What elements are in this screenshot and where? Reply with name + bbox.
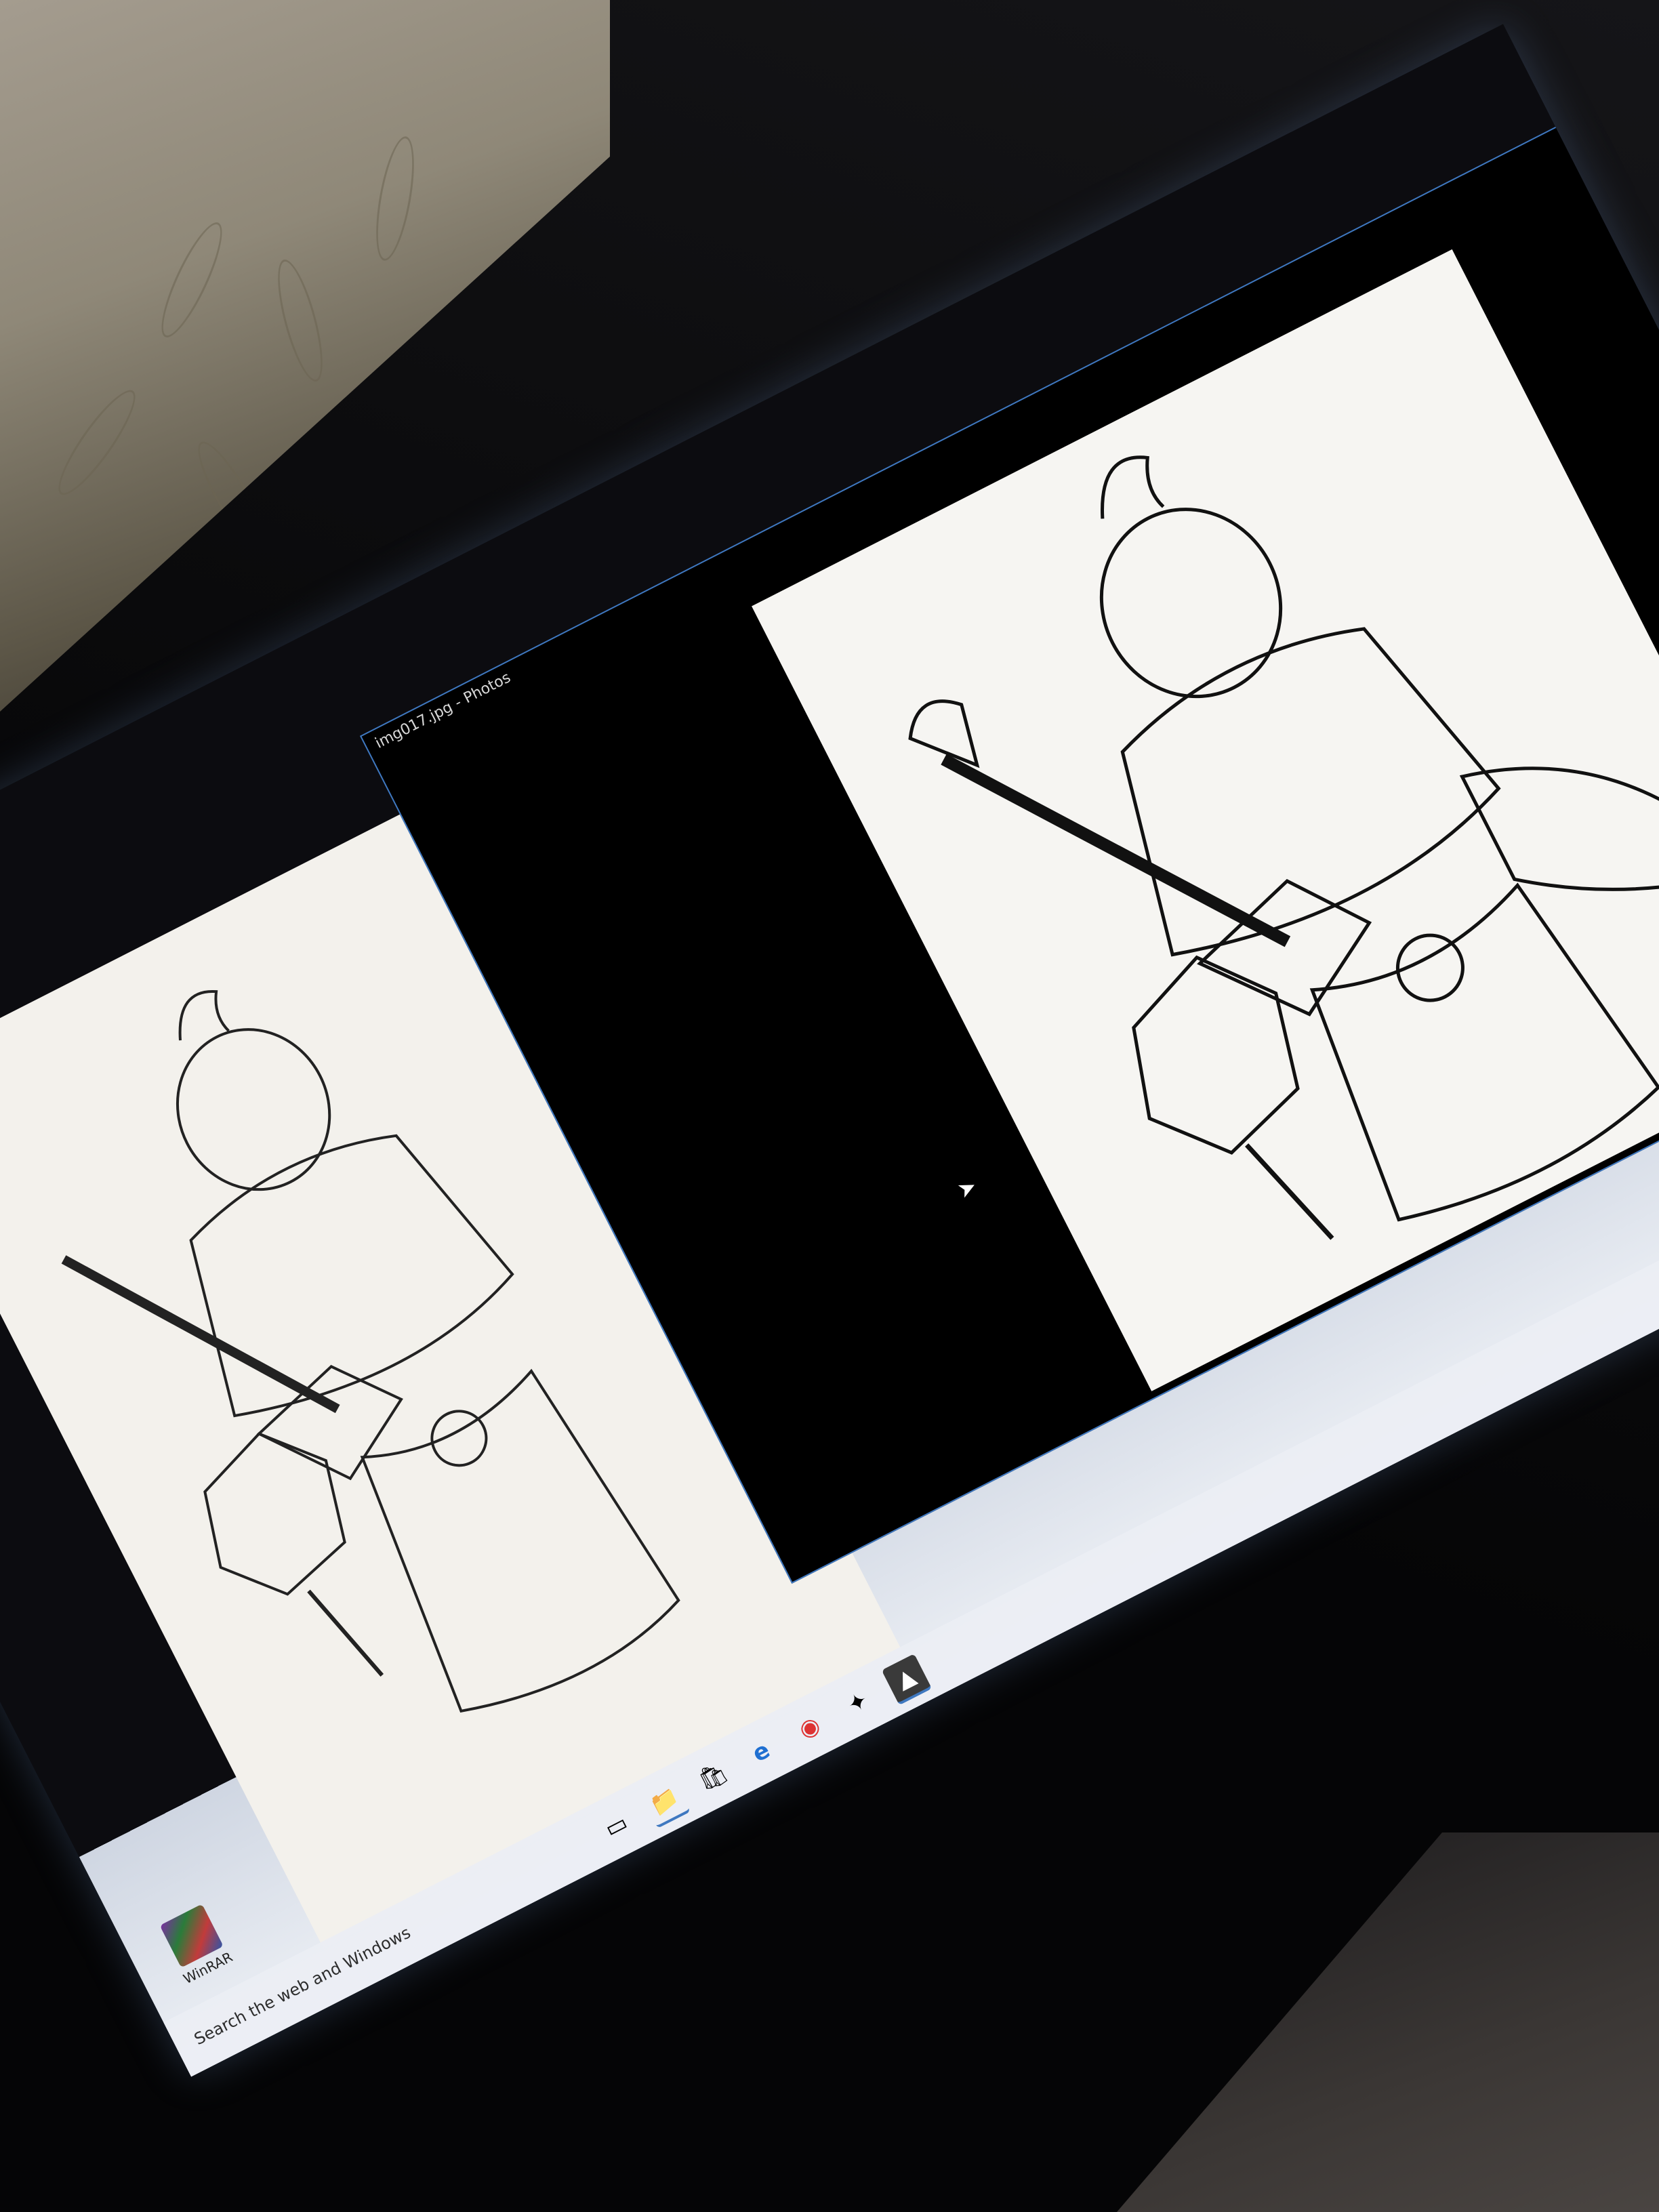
photos-icon[interactable]: ▲ xyxy=(881,1654,933,1706)
mouse-cursor-icon: ➤ xyxy=(953,1172,981,1204)
app-icon[interactable]: ✦ xyxy=(833,1678,882,1727)
edge-icon[interactable]: e xyxy=(737,1727,786,1777)
chrome-icon[interactable]: ◉ xyxy=(785,1703,834,1753)
store-icon[interactable]: 🛍 xyxy=(689,1752,738,1801)
file-explorer-icon[interactable]: 📁 xyxy=(640,1776,691,1828)
task-view-icon[interactable]: ▭ xyxy=(592,1801,641,1851)
